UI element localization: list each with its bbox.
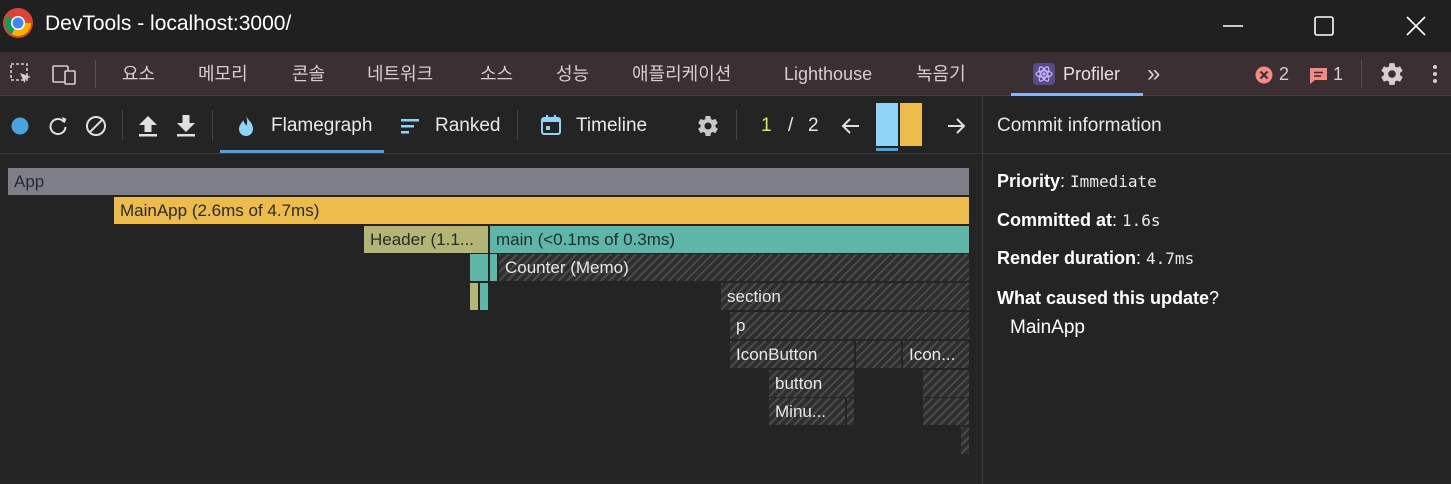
render-duration-value: 4.7ms — [1146, 249, 1195, 268]
ranked-icon — [401, 119, 419, 134]
committed-at-label: Committed at — [997, 210, 1113, 230]
save-profile-button[interactable] — [174, 113, 198, 139]
commit-separator: / — [788, 115, 794, 136]
update-cause-row: What caused this update? — [997, 288, 1219, 309]
ranked-tab-label[interactable]: Ranked — [435, 115, 501, 137]
load-profile-button[interactable] — [136, 113, 160, 139]
commit-info-panel: Commit information Priority: Immediate C… — [982, 96, 1451, 484]
flame-bar-counter[interactable]: Counter (Memo) — [499, 254, 969, 281]
commit-total: 2 — [808, 115, 819, 136]
commit-info-title: Commit information — [997, 115, 1162, 136]
devtools-tabbar: 요소 메모리 콘솔 네트워크 소스 성능 애플리케이션 Lighthouse 녹… — [0, 52, 1451, 96]
inspect-element-icon[interactable] — [9, 62, 33, 86]
commit-bar-selected-indicator — [876, 148, 898, 151]
committed-at-value: 1.6s — [1122, 211, 1161, 230]
error-icon — [1255, 66, 1273, 84]
commit-current-index: 1 — [761, 115, 772, 136]
flame-bar-iconbutton[interactable]: IconButton — [730, 341, 854, 368]
minimize-button[interactable] — [1210, 0, 1256, 52]
flame-icon — [239, 115, 253, 136]
next-commit-button[interactable] — [945, 114, 967, 138]
tab-profiler[interactable]: Profiler — [1063, 52, 1120, 96]
ranked-tab[interactable] — [399, 115, 421, 137]
flame-bar-icon-grandchild[interactable] — [923, 398, 969, 425]
record-icon — [11, 117, 29, 135]
tab-elements[interactable]: 요소 — [122, 52, 155, 96]
timeline-tab[interactable] — [540, 113, 562, 137]
flamegraph-tab-underline — [220, 150, 384, 153]
tab-memory[interactable]: 메모리 — [198, 52, 248, 96]
message-count[interactable]: 1 — [1333, 52, 1343, 96]
commit-bar-1[interactable] — [876, 103, 898, 146]
more-options-icon[interactable] — [1428, 62, 1442, 86]
commit-info-header: Commit information — [983, 96, 1451, 154]
record-button[interactable] — [9, 115, 31, 137]
upload-icon — [139, 116, 157, 137]
clear-icon — [86, 116, 106, 136]
chrome-icon — [3, 8, 33, 38]
flame-bar-section[interactable]: section — [721, 283, 969, 310]
tab-lighthouse[interactable]: Lighthouse — [784, 52, 872, 96]
previous-commit-button[interactable] — [840, 114, 862, 138]
calendar-icon — [541, 115, 561, 135]
flamegraph-chart: App MainApp (2.6ms of 4.7ms) Header (1.1… — [0, 155, 982, 484]
update-cause-label: What caused this update — [997, 288, 1210, 308]
tab-performance[interactable]: 성능 — [556, 52, 589, 96]
window-titlebar: DevTools - localhost:3000/ — [0, 0, 1451, 52]
device-toolbar-icon[interactable] — [52, 62, 78, 86]
maximize-button[interactable] — [1301, 0, 1347, 52]
gear-icon — [698, 116, 718, 137]
close-button[interactable] — [1393, 0, 1439, 52]
flame-bar-app[interactable]: App — [8, 168, 969, 195]
download-icon — [177, 115, 195, 137]
flame-bar-main[interactable]: main (<0.1ms of 0.3ms) — [490, 226, 969, 253]
priority-label: Priority — [997, 171, 1061, 191]
flame-bar-header[interactable]: Header (1.1... — [364, 226, 488, 253]
window-title: DevTools - localhost:3000/ — [45, 12, 292, 35]
arrow-right-icon — [948, 118, 966, 134]
tab-console[interactable]: 콘솔 — [292, 52, 325, 96]
flame-bar-header-child[interactable] — [470, 254, 488, 281]
update-cause-suffix: ? — [1209, 288, 1220, 308]
priority-row: Priority: Immediate — [997, 171, 1157, 191]
priority-value: Immediate — [1070, 172, 1157, 191]
committed-at-row: Committed at: 1.6s — [997, 210, 1161, 230]
message-icon — [1310, 68, 1327, 84]
flamegraph-tab[interactable] — [236, 113, 256, 139]
tab-sources[interactable]: 소스 — [480, 52, 513, 96]
more-tabs-button[interactable]: » — [1147, 52, 1160, 96]
flame-bar-mainapp[interactable]: MainApp (2.6ms of 4.7ms) — [114, 197, 969, 224]
flame-bar-icon-child[interactable] — [923, 370, 969, 397]
tab-application[interactable]: 애플리케이션 — [632, 52, 731, 96]
flame-bar-button[interactable]: button — [769, 370, 854, 397]
tab-network[interactable]: 네트워크 — [367, 52, 433, 96]
update-cause-component[interactable]: MainApp — [1010, 317, 1085, 339]
flame-bar-button-child[interactable] — [847, 398, 854, 425]
close-icon — [1406, 16, 1426, 36]
reload-icon — [49, 116, 67, 136]
error-count[interactable]: 2 — [1279, 52, 1289, 96]
minimize-icon — [1223, 25, 1243, 27]
flame-bar-p[interactable]: p — [730, 312, 969, 339]
maximize-icon — [1314, 16, 1334, 36]
tab-recorder[interactable]: 녹음기 — [916, 52, 966, 96]
render-duration-row: Render duration: 4.7ms — [997, 248, 1195, 268]
settings-gear-icon[interactable] — [1379, 61, 1405, 87]
profiler-settings-button[interactable] — [695, 113, 721, 139]
flame-bar-deep-leaf[interactable] — [961, 427, 969, 454]
react-icon — [1033, 63, 1055, 85]
arrow-left-icon — [841, 118, 859, 134]
flame-bar-header-grandchild-b[interactable] — [480, 283, 488, 310]
flame-bar-icon[interactable]: Icon... — [903, 341, 969, 368]
reload-and-profile-button[interactable] — [46, 114, 70, 138]
clear-profile-button[interactable] — [84, 114, 108, 138]
flame-bar-main-child[interactable] — [490, 254, 497, 281]
commit-bar-2[interactable] — [900, 103, 922, 146]
timeline-tab-label[interactable]: Timeline — [576, 115, 647, 137]
flame-bar-header-grandchild-a[interactable] — [470, 283, 478, 310]
flame-bar-minus[interactable]: Minu... — [769, 398, 845, 425]
render-duration-label: Render duration — [997, 248, 1137, 268]
flame-bar-unnamed[interactable] — [856, 341, 901, 368]
flamegraph-tab-label[interactable]: Flamegraph — [271, 115, 372, 137]
